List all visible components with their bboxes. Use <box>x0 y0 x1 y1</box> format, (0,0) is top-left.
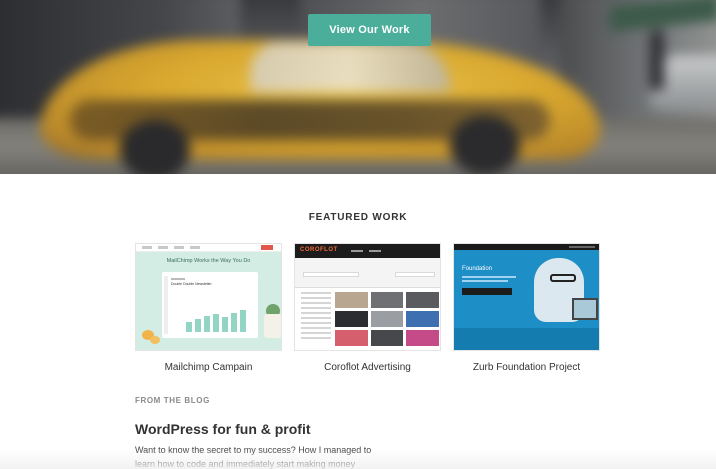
mailchimp-thumbnail[interactable]: MailChimp Works the Way You Do Double Do… <box>135 243 282 351</box>
bottom-fade <box>0 449 716 469</box>
card-caption[interactable]: Zurb Foundation Project <box>453 362 600 373</box>
mailchimp-thumb-panel-title: Double Double Newsletter <box>171 282 212 286</box>
card-caption[interactable]: Mailchimp Campain <box>135 362 282 373</box>
page: View Our Work FEATURED WORK MailChimp Wo… <box>0 0 716 469</box>
view-our-work-button[interactable]: View Our Work <box>308 14 431 46</box>
coroflot-thumbnail[interactable]: COROFLOT <box>294 243 441 351</box>
featured-card-zurb[interactable]: Foundation Zurb Foundation Project <box>453 243 600 373</box>
blog-section-label: FROM THE BLOG <box>135 396 210 405</box>
blog-post-title[interactable]: WordPress for fun & profit <box>135 421 311 437</box>
hero-banner: View Our Work <box>0 0 716 174</box>
featured-card-mailchimp[interactable]: MailChimp Works the Way You Do Double Do… <box>135 243 282 373</box>
card-caption[interactable]: Coroflot Advertising <box>294 362 441 373</box>
featured-card-coroflot[interactable]: COROFLOT Coroflot Advertising <box>294 243 441 373</box>
zurb-thumbnail[interactable]: Foundation <box>453 243 600 351</box>
zurb-thumb-title: Foundation <box>462 266 493 272</box>
featured-work-heading: FEATURED WORK <box>308 212 408 223</box>
coroflot-thumb-logo: COROFLOT <box>300 247 338 253</box>
mailchimp-thumb-headline: MailChimp Works the Way You Do <box>166 258 251 264</box>
